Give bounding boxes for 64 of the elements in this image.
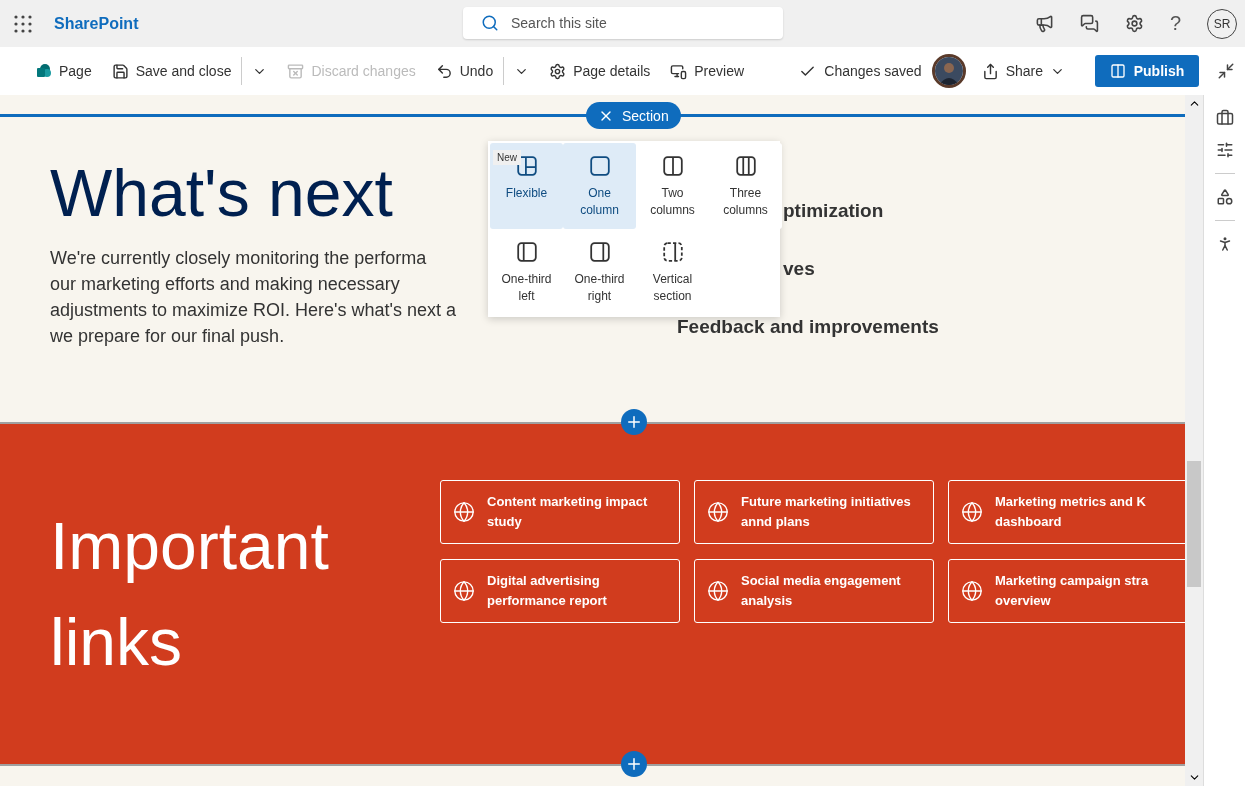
paragraph-line: our marketing efforts and making necessary xyxy=(50,273,400,296)
columns-icon xyxy=(1109,63,1126,79)
preview-button[interactable]: Preview xyxy=(660,55,755,87)
save-icon xyxy=(111,62,129,80)
save-button[interactable]: Save and close xyxy=(101,55,242,87)
search-icon xyxy=(481,14,499,32)
layout-icon xyxy=(588,241,611,263)
details-button[interactable]: Page details xyxy=(539,55,661,87)
app-name[interactable]: SharePoint xyxy=(54,14,139,33)
undo-icon xyxy=(435,62,453,80)
quick-link[interactable]: Marketing metrics and K dashboard xyxy=(948,480,1185,544)
layout-option[interactable]: One column xyxy=(563,143,636,229)
paragraph-line: we prepare for our final push. xyxy=(50,325,285,348)
globe-icon xyxy=(453,501,475,523)
preview-icon xyxy=(670,62,688,80)
layout-icon xyxy=(588,155,611,177)
megaphone-icon[interactable] xyxy=(1034,14,1054,33)
discard-icon xyxy=(287,62,305,80)
settings-icon xyxy=(549,62,567,80)
globe-icon xyxy=(961,501,983,523)
globe-icon xyxy=(707,501,729,523)
quick-link[interactable]: Marketing campaign stra overview xyxy=(948,559,1185,623)
paragraph-line: We're currently closely monitoring the performa xyxy=(50,247,427,270)
shapes-icon[interactable] xyxy=(1215,188,1234,206)
globe-icon xyxy=(707,580,729,602)
list-heading: ves xyxy=(783,257,816,281)
globe-icon xyxy=(453,580,475,602)
user-avatar[interactable] xyxy=(931,54,966,88)
layout-icon xyxy=(661,155,684,177)
share-button[interactable]: Share xyxy=(971,55,1075,87)
search-field[interactable]: Search this site xyxy=(463,7,783,39)
scrollbar-thumb[interactable] xyxy=(1187,461,1201,587)
settings-icon[interactable] xyxy=(1124,14,1144,33)
sliders-icon[interactable] xyxy=(1215,141,1234,159)
page-icon xyxy=(36,63,52,79)
layout-icon xyxy=(734,155,757,177)
layout-icon xyxy=(515,155,538,177)
quick-link[interactable]: Content marketing impact study xyxy=(440,480,680,544)
globe-icon xyxy=(961,580,983,602)
list-heading: ptimization xyxy=(783,199,885,223)
quick-link[interactable]: Future marketing initiatives annd plans xyxy=(694,480,934,544)
paragraph-line: adjustments to maximize ROI. Here's what's next a xyxy=(50,299,457,322)
new-badge: New xyxy=(493,150,521,165)
share-icon xyxy=(981,62,999,80)
layout-icon xyxy=(661,241,684,263)
quick-link[interactable]: Social media engagement analysis xyxy=(694,559,934,623)
undo-button[interactable]: Undo xyxy=(425,55,504,87)
layout-option[interactable]: New Flexible xyxy=(490,143,563,229)
plus-icon xyxy=(625,413,643,431)
chat-icon[interactable] xyxy=(1079,14,1099,33)
list-heading: Feedback and improvements xyxy=(677,315,940,339)
section-button[interactable]: Section xyxy=(586,102,681,129)
quick-link[interactable]: Digital advertising performance report xyxy=(440,559,680,623)
app-launcher-icon[interactable] xyxy=(14,14,32,33)
help-icon[interactable]: ? xyxy=(1169,12,1181,35)
publish-button[interactable]: Publish xyxy=(1095,55,1199,87)
save-status: Changes saved xyxy=(824,63,922,79)
collapse-icon[interactable] xyxy=(1217,62,1235,80)
briefcase-icon[interactable] xyxy=(1215,109,1234,127)
layout-icon xyxy=(515,241,538,263)
section-heading: What's next xyxy=(50,155,393,231)
page-button[interactable]: Page xyxy=(26,55,102,87)
plus-icon xyxy=(625,755,643,773)
section-heading: Important links xyxy=(50,508,330,681)
